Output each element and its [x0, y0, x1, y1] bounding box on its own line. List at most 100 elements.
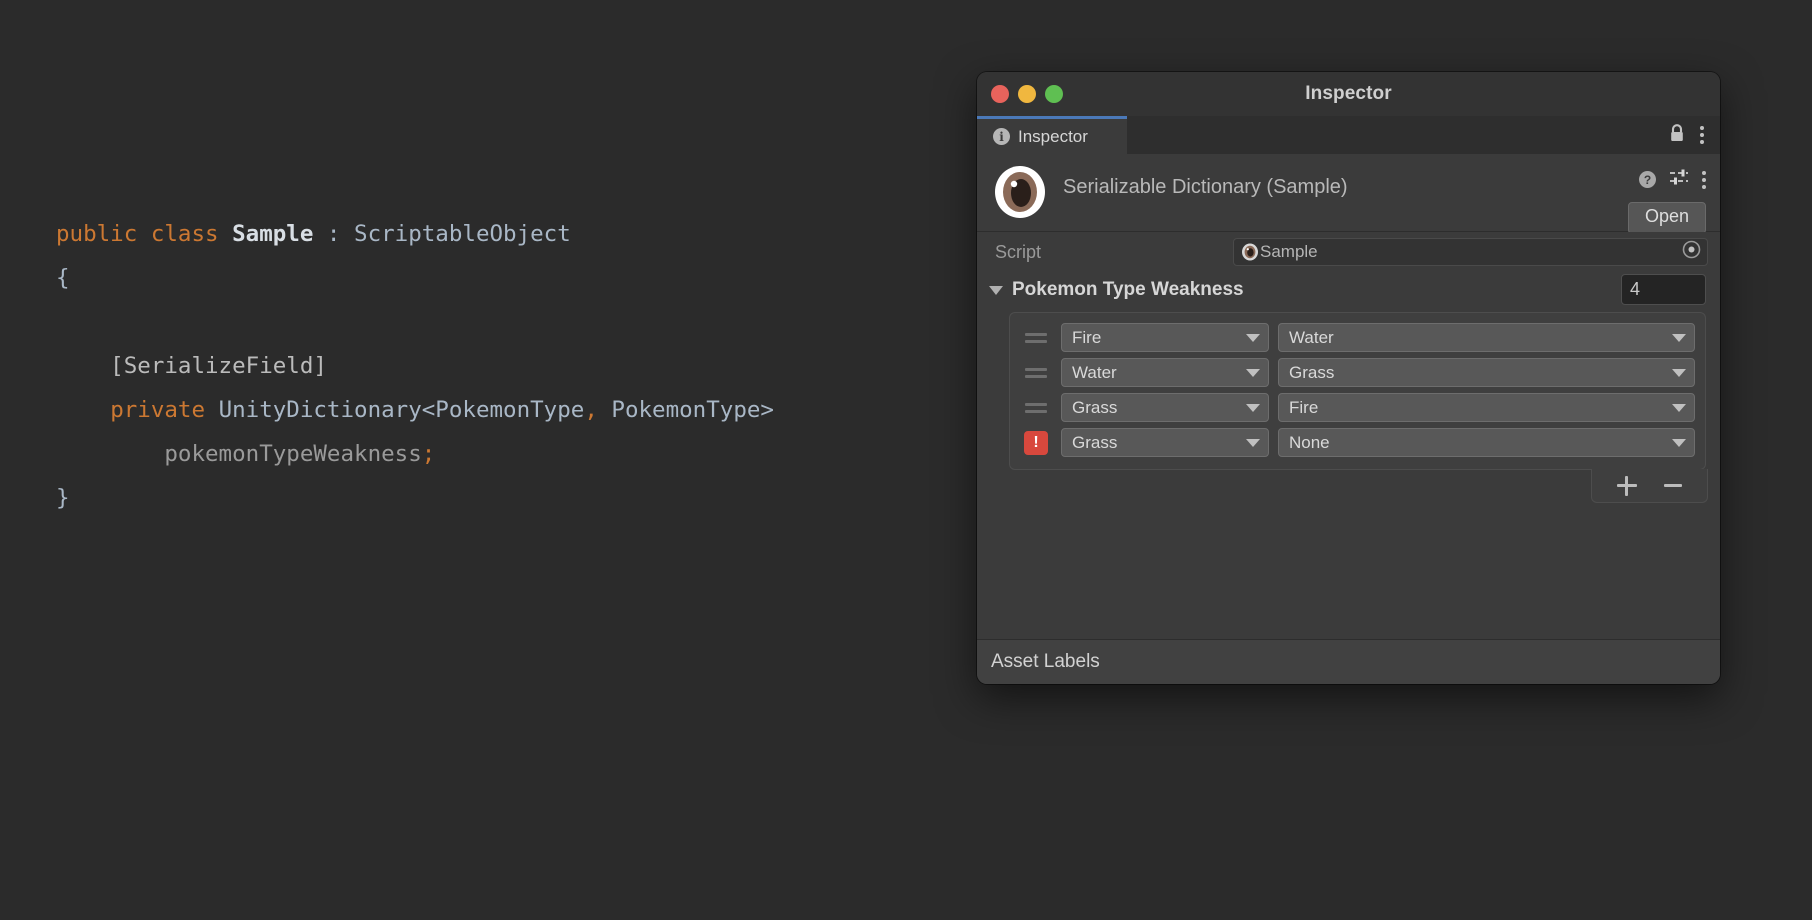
- lock-icon[interactable]: [1668, 123, 1686, 148]
- chevron-down-icon: [1246, 334, 1260, 342]
- dictionary-row: Grass Fire: [1020, 390, 1695, 425]
- dictionary-key-dropdown-label: Fire: [1072, 328, 1101, 348]
- kebab-menu-icon[interactable]: [1700, 126, 1704, 144]
- script-label: Script: [995, 242, 1233, 263]
- code-token: UnityDictionary<PokemonType: [219, 397, 585, 423]
- remove-entry-button[interactable]: [1663, 476, 1683, 496]
- dictionary-key-dropdown[interactable]: Fire: [1061, 323, 1269, 352]
- code-line: {: [56, 256, 774, 300]
- open-button[interactable]: Open: [1628, 202, 1706, 234]
- script-object-field[interactable]: Sample: [1233, 238, 1708, 266]
- tab-strip: i Inspector: [977, 116, 1720, 154]
- asset-header-row: Serializable Dictionary (Sample): [993, 166, 1704, 219]
- dictionary-key-dropdown-label: Grass: [1072, 433, 1117, 453]
- object-picker-icon[interactable]: [1682, 240, 1701, 264]
- code-line: [56, 300, 774, 344]
- code-token: [56, 397, 110, 423]
- row-warning-cell: !: [1020, 431, 1052, 455]
- dictionary-list: Fire Water Water Grass Grass Fire! Grass None: [1009, 312, 1706, 470]
- asset-labels-bar[interactable]: Asset Labels: [977, 639, 1720, 684]
- code-line: public class Sample : ScriptableObject: [56, 212, 774, 256]
- preset-sliders-icon[interactable]: [1669, 168, 1689, 191]
- code-token: :: [313, 221, 354, 247]
- asset-header: Serializable Dictionary (Sample) ? Open: [977, 154, 1720, 232]
- code-token: {: [56, 265, 70, 291]
- code-token: [219, 221, 233, 247]
- list-footer-controls: [1591, 469, 1708, 503]
- help-icon[interactable]: ?: [1639, 171, 1656, 188]
- chevron-down-icon: [1672, 404, 1686, 412]
- zoom-button[interactable]: [1045, 85, 1063, 103]
- code-snippet: public class Sample : ScriptableObject{ …: [56, 212, 774, 520]
- code-line: }: [56, 476, 774, 520]
- code-token: PokemonType>: [598, 397, 774, 423]
- code-token: pokemonTypeWeakness: [164, 441, 421, 467]
- chevron-down-icon: [1672, 334, 1686, 342]
- inspector-window: Inspector i Inspector: [977, 72, 1720, 684]
- chevron-down-icon: [1672, 369, 1686, 377]
- dictionary-key-dropdown-label: Grass: [1072, 398, 1117, 418]
- foldout-row[interactable]: Pokemon Type Weakness 4: [977, 272, 1720, 308]
- chevron-down-icon: [1246, 404, 1260, 412]
- dictionary-value-dropdown[interactable]: Water: [1278, 323, 1695, 352]
- code-token: [56, 441, 164, 467]
- array-size-value: 4: [1630, 279, 1640, 300]
- row-handle-cell: [1020, 333, 1052, 343]
- chevron-down-icon: [1246, 369, 1260, 377]
- add-entry-button[interactable]: [1617, 476, 1637, 496]
- tab-inspector[interactable]: i Inspector: [977, 116, 1127, 154]
- dictionary-value-dropdown-label: Grass: [1289, 363, 1334, 383]
- dictionary-value-dropdown[interactable]: Fire: [1278, 393, 1695, 422]
- row-handle-cell: [1020, 368, 1052, 378]
- code-token: class: [151, 221, 219, 247]
- script-row: Script Sample: [977, 232, 1720, 272]
- dictionary-row: ! Grass None: [1020, 425, 1695, 460]
- drag-handle-icon[interactable]: [1025, 368, 1047, 378]
- code-line: pokemonTypeWeakness;: [56, 432, 774, 476]
- close-button[interactable]: [991, 85, 1009, 103]
- dictionary-row: Fire Water: [1020, 320, 1695, 355]
- script-icon: [1241, 243, 1259, 261]
- code-token: public: [56, 221, 137, 247]
- dictionary-value-dropdown-label: Water: [1289, 328, 1334, 348]
- dictionary-key-dropdown[interactable]: Grass: [1061, 393, 1269, 422]
- info-icon: i: [993, 128, 1010, 145]
- code-token: ScriptableObject: [354, 221, 571, 247]
- tab-strip-actions: [1668, 116, 1720, 154]
- tab-inspector-label: Inspector: [1018, 127, 1088, 147]
- code-token: [SerializeField]: [56, 353, 327, 379]
- code-token: ,: [584, 397, 598, 423]
- kebab-menu-icon[interactable]: [1702, 171, 1706, 189]
- minimize-button[interactable]: [1018, 85, 1036, 103]
- dictionary-key-dropdown[interactable]: Grass: [1061, 428, 1269, 457]
- dictionary-key-dropdown-label: Water: [1072, 363, 1117, 383]
- code-token: [137, 221, 151, 247]
- code-line: private UnityDictionary<PokemonType, Pok…: [56, 388, 774, 432]
- dictionary-key-dropdown[interactable]: Water: [1061, 358, 1269, 387]
- row-handle-cell: [1020, 403, 1052, 413]
- array-size-field[interactable]: 4: [1621, 274, 1706, 305]
- chevron-down-icon: [1672, 439, 1686, 447]
- dictionary-value-dropdown-label: Fire: [1289, 398, 1318, 418]
- chevron-down-icon: [1246, 439, 1260, 447]
- drag-handle-icon[interactable]: [1025, 403, 1047, 413]
- code-line: [SerializeField]: [56, 344, 774, 388]
- traffic-lights: [991, 72, 1063, 116]
- drag-handle-icon[interactable]: [1025, 333, 1047, 343]
- window-title: Inspector: [977, 83, 1720, 105]
- code-token: Sample: [232, 221, 313, 247]
- dictionary-row: Water Grass: [1020, 355, 1695, 390]
- code-editor-pane: public class Sample : ScriptableObject{ …: [0, 0, 975, 920]
- warning-icon: !: [1024, 431, 1048, 455]
- script-field-value: Sample: [1260, 242, 1318, 262]
- dictionary-value-dropdown[interactable]: None: [1278, 428, 1695, 457]
- chevron-down-icon[interactable]: [989, 286, 1003, 295]
- dictionary-value-dropdown-label: None: [1289, 433, 1330, 453]
- code-token: [205, 397, 219, 423]
- scriptable-object-icon: [993, 165, 1047, 219]
- asset-header-actions: ?: [1639, 168, 1706, 191]
- asset-labels-label: Asset Labels: [991, 651, 1100, 673]
- code-token: private: [110, 397, 205, 423]
- dictionary-value-dropdown[interactable]: Grass: [1278, 358, 1695, 387]
- window-titlebar: Inspector: [977, 72, 1720, 116]
